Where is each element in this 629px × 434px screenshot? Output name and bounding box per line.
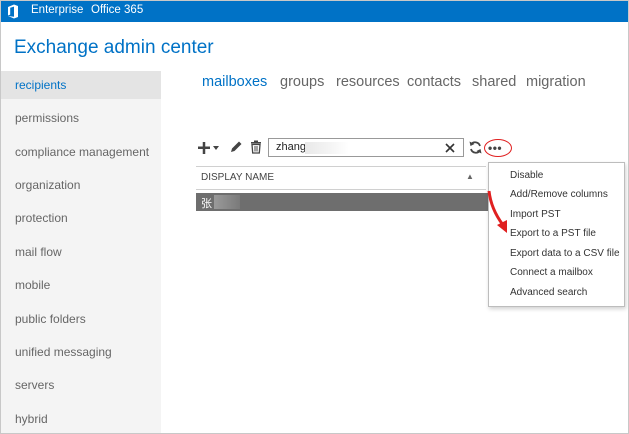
- close-icon[interactable]: [445, 143, 455, 153]
- trash-icon[interactable]: [250, 140, 262, 154]
- column-header-display-name[interactable]: DISPLAY NAME: [201, 172, 274, 183]
- sidebar-item-unified-messaging[interactable]: unified messaging: [1, 338, 161, 366]
- menu-item-disable[interactable]: Disable: [510, 170, 543, 181]
- sidebar-nav: recipients permissions compliance manage…: [1, 71, 161, 433]
- tab-shared[interactable]: shared: [472, 74, 516, 90]
- pencil-icon[interactable]: [229, 140, 243, 154]
- sidebar-item-permissions[interactable]: permissions: [1, 104, 161, 132]
- tab-resources[interactable]: resources: [336, 74, 400, 90]
- sidebar-item-recipients[interactable]: recipients: [1, 71, 161, 99]
- app-window: Enterprise Office 365 Exchange admin cen…: [0, 0, 629, 434]
- search-input-value: zhang: [276, 141, 306, 153]
- search-input[interactable]: zhang: [268, 138, 464, 157]
- redacted-text: [305, 142, 349, 154]
- office-logo-icon[interactable]: [7, 4, 19, 19]
- table-row[interactable]: 张: [196, 193, 489, 211]
- tab-mailboxes[interactable]: mailboxes: [202, 74, 267, 90]
- sidebar-item-servers[interactable]: servers: [1, 371, 161, 399]
- menu-item-export-to-pst[interactable]: Export to a PST file: [510, 228, 596, 239]
- more-options-button[interactable]: •••: [484, 139, 512, 157]
- sidebar-item-public-folders[interactable]: public folders: [1, 305, 161, 333]
- redacted-text: [214, 195, 240, 209]
- plus-icon[interactable]: [198, 141, 222, 155]
- sidebar-item-compliance-management[interactable]: compliance management: [1, 138, 161, 166]
- menu-item-add-remove-columns[interactable]: Add/Remove columns: [510, 189, 608, 200]
- sidebar-item-hybrid[interactable]: hybrid: [1, 405, 161, 433]
- tab-migration[interactable]: migration: [526, 74, 586, 90]
- tab-contacts[interactable]: contacts: [407, 74, 461, 90]
- sort-ascending-icon[interactable]: ▲: [466, 172, 474, 181]
- sidebar-item-mail-flow[interactable]: mail flow: [1, 238, 161, 266]
- menu-item-advanced-search[interactable]: Advanced search: [510, 287, 587, 298]
- annotation-arrow-icon: [487, 190, 507, 233]
- page-title: Exchange admin center: [14, 37, 214, 58]
- refresh-icon[interactable]: [468, 140, 483, 155]
- sidebar-item-organization[interactable]: organization: [1, 171, 161, 199]
- row-display-name: 张: [201, 198, 212, 210]
- menu-item-export-csv[interactable]: Export data to a CSV file: [510, 248, 620, 259]
- sidebar-item-mobile[interactable]: mobile: [1, 271, 161, 299]
- office365-link[interactable]: Office 365: [91, 4, 143, 16]
- menu-item-import-pst[interactable]: Import PST: [510, 209, 561, 220]
- top-bar: Enterprise Office 365: [1, 1, 628, 22]
- more-options-icon: •••: [488, 141, 503, 155]
- enterprise-link[interactable]: Enterprise: [31, 4, 83, 16]
- grid-header: DISPLAY NAME ▲: [196, 166, 486, 190]
- sidebar-item-protection[interactable]: protection: [1, 204, 161, 232]
- menu-item-connect-mailbox[interactable]: Connect a mailbox: [510, 267, 593, 278]
- tab-groups[interactable]: groups: [280, 74, 324, 90]
